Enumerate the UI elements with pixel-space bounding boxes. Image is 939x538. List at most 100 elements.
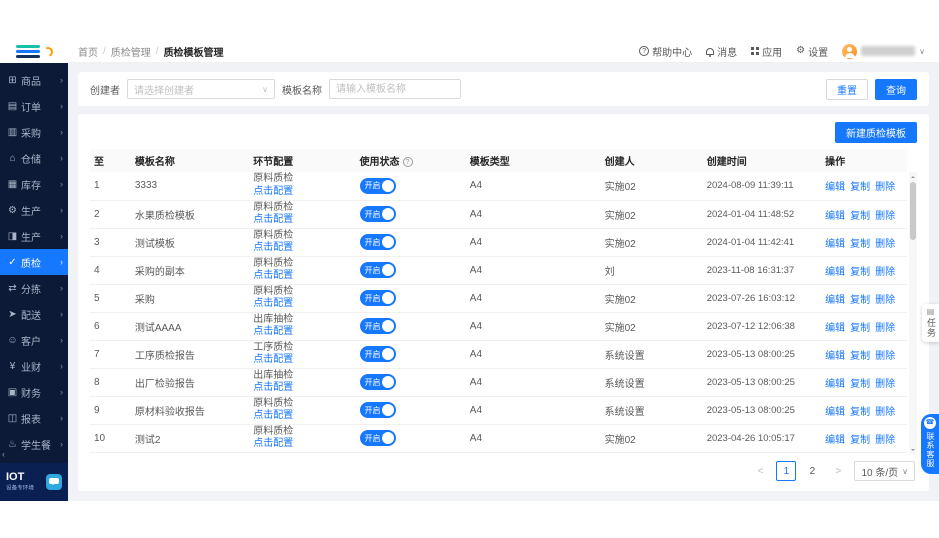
copy-link[interactable]: 复制 xyxy=(850,379,870,390)
sidebar-item-7[interactable]: ◨ 生产 › xyxy=(0,223,68,249)
table-row: 7 工序质检报告 工序质检 点击配置 开启 A4 系统设置 2023-05-13… xyxy=(90,340,907,368)
next-page-button[interactable]: > xyxy=(828,461,848,481)
sidebar-scroll-arrow-icon[interactable]: ‹ xyxy=(2,450,5,459)
config-link[interactable]: 点击配置 xyxy=(253,186,351,199)
sidebar-item-12[interactable]: ¥ 业财 › xyxy=(0,353,68,379)
settings-button[interactable]: ⚙ 设置 xyxy=(796,44,828,59)
template-name-input[interactable] xyxy=(330,80,460,98)
delete-link[interactable]: 删除 xyxy=(875,351,895,362)
config-link[interactable]: 点击配置 xyxy=(253,326,351,339)
row-status: 开启 xyxy=(356,424,466,452)
user-menu[interactable]: ∨ xyxy=(842,44,925,59)
page-size-select[interactable]: 10 条/页 ∨ xyxy=(854,461,915,481)
status-toggle[interactable]: 开启 xyxy=(360,262,396,278)
copy-link[interactable]: 复制 xyxy=(850,323,870,334)
sidebar-item-11[interactable]: ☺ 客户 › xyxy=(0,327,68,353)
config-link[interactable]: 点击配置 xyxy=(253,354,351,367)
float-task-tab[interactable]: ▤ 任务 xyxy=(922,304,939,342)
edit-link[interactable]: 编辑 xyxy=(825,379,845,390)
edit-link[interactable]: 编辑 xyxy=(825,323,845,334)
apps-button[interactable]: 应用 xyxy=(751,44,782,59)
config-link[interactable]: 点击配置 xyxy=(253,438,351,451)
page-1-button[interactable]: 1 xyxy=(776,461,796,481)
status-toggle[interactable]: 开启 xyxy=(360,206,396,222)
sidebar-item-6[interactable]: ⚙ 生产 › xyxy=(0,197,68,223)
sidebar-item-3[interactable]: ▥ 采购 › xyxy=(0,119,68,145)
delete-link[interactable]: 删除 xyxy=(875,379,895,390)
status-toggle[interactable]: 开启 xyxy=(360,402,396,418)
edit-link[interactable]: 编辑 xyxy=(825,435,845,446)
sidebar-item-4[interactable]: ⌂ 仓储 › xyxy=(0,145,68,171)
delete-link[interactable]: 删除 xyxy=(875,239,895,250)
main-content: 创建者 请选择创建者 ∨ 模板名称 重置 查询 新建质检模板 xyxy=(68,63,939,501)
config-link[interactable]: 点击配置 xyxy=(253,242,351,255)
help-center-button[interactable]: 帮助中心 xyxy=(639,44,692,59)
page-2-button[interactable]: 2 xyxy=(802,461,822,481)
copy-link[interactable]: 复制 xyxy=(850,239,870,250)
row-index: 7 xyxy=(90,340,131,368)
delete-link[interactable]: 删除 xyxy=(875,182,895,193)
messages-button[interactable]: 消息 xyxy=(706,44,737,59)
row-stage-type: 原料质检 xyxy=(253,398,351,411)
reset-button[interactable]: 重置 xyxy=(826,79,868,100)
delete-link[interactable]: 删除 xyxy=(875,407,895,418)
copy-link[interactable]: 复制 xyxy=(850,267,870,278)
chevron-down-icon: ∨ xyxy=(902,467,908,476)
sidebar: ⊞ 商品 › ▤ 订单 › ▥ 采购 › ⌂ 仓储 › ▦ 库存 › ⚙ 生产 … xyxy=(0,40,68,501)
delete-link[interactable]: 删除 xyxy=(875,211,895,222)
edit-link[interactable]: 编辑 xyxy=(825,295,845,306)
copy-link[interactable]: 复制 xyxy=(850,182,870,193)
sidebar-item-14[interactable]: ◫ 报表 › xyxy=(0,405,68,431)
copy-link[interactable]: 复制 xyxy=(850,211,870,222)
sidebar-item-9[interactable]: ⇄ 分拣 › xyxy=(0,275,68,301)
config-link[interactable]: 点击配置 xyxy=(253,214,351,227)
status-toggle[interactable]: 开启 xyxy=(360,290,396,306)
delete-link[interactable]: 删除 xyxy=(875,295,895,306)
info-icon[interactable] xyxy=(403,157,413,167)
edit-link[interactable]: 编辑 xyxy=(825,182,845,193)
new-template-button[interactable]: 新建质检模板 xyxy=(835,122,917,143)
sidebar-item-13[interactable]: ▣ 财务 › xyxy=(0,379,68,405)
messages-label: 消息 xyxy=(717,44,737,59)
copy-link[interactable]: 复制 xyxy=(850,435,870,446)
copy-link[interactable]: 复制 xyxy=(850,351,870,362)
copy-link[interactable]: 复制 xyxy=(850,407,870,418)
sidebar-item-1[interactable]: ⊞ 商品 › xyxy=(0,67,68,93)
status-toggle[interactable]: 开启 xyxy=(360,374,396,390)
sidebar-item-15[interactable]: ♨ 学生餐 › xyxy=(0,431,68,457)
float-service-tab[interactable]: 联系客服 xyxy=(921,414,939,474)
sidebar-item-2[interactable]: ▤ 订单 › xyxy=(0,93,68,119)
edit-link[interactable]: 编辑 xyxy=(825,351,845,362)
creator-select[interactable]: 请选择创建者 ∨ xyxy=(127,79,275,99)
delete-link[interactable]: 删除 xyxy=(875,267,895,278)
delete-link[interactable]: 删除 xyxy=(875,435,895,446)
delete-link[interactable]: 删除 xyxy=(875,323,895,334)
scrollbar-thumb[interactable] xyxy=(910,182,916,240)
config-link[interactable]: 点击配置 xyxy=(253,270,351,283)
status-toggle[interactable]: 开启 xyxy=(360,178,396,194)
config-link[interactable]: 点击配置 xyxy=(253,410,351,423)
sidebar-item-5[interactable]: ▦ 库存 › xyxy=(0,171,68,197)
sidebar-item-10[interactable]: ➤ 配送 › xyxy=(0,301,68,327)
status-toggle[interactable]: 开启 xyxy=(360,346,396,362)
status-toggle[interactable]: 开启 xyxy=(360,234,396,250)
search-button[interactable]: 查询 xyxy=(875,79,917,100)
status-toggle[interactable]: 开启 xyxy=(360,318,396,334)
table-scrollbar[interactable] xyxy=(909,172,917,455)
row-index: 9 xyxy=(90,396,131,424)
status-toggle[interactable]: 开启 xyxy=(360,430,396,446)
edit-link[interactable]: 编辑 xyxy=(825,239,845,250)
edit-link[interactable]: 编辑 xyxy=(825,211,845,222)
breadcrumb-item[interactable]: 质检管理 xyxy=(111,44,151,59)
table-row: 8 出厂检验报告 出库抽检 点击配置 开启 A4 系统设置 2023-05-13… xyxy=(90,368,907,396)
config-link[interactable]: 点击配置 xyxy=(253,298,351,311)
copy-link[interactable]: 复制 xyxy=(850,295,870,306)
config-link[interactable]: 点击配置 xyxy=(253,382,351,395)
row-operations: 编辑复制删除 xyxy=(821,312,907,340)
edit-link[interactable]: 编辑 xyxy=(825,407,845,418)
chat-bubble-icon[interactable] xyxy=(46,474,62,490)
breadcrumb-item[interactable]: 首页 xyxy=(78,44,98,59)
sidebar-item-8[interactable]: ✓ 质检 › xyxy=(0,249,68,275)
edit-link[interactable]: 编辑 xyxy=(825,267,845,278)
prev-page-button[interactable]: < xyxy=(750,461,770,481)
